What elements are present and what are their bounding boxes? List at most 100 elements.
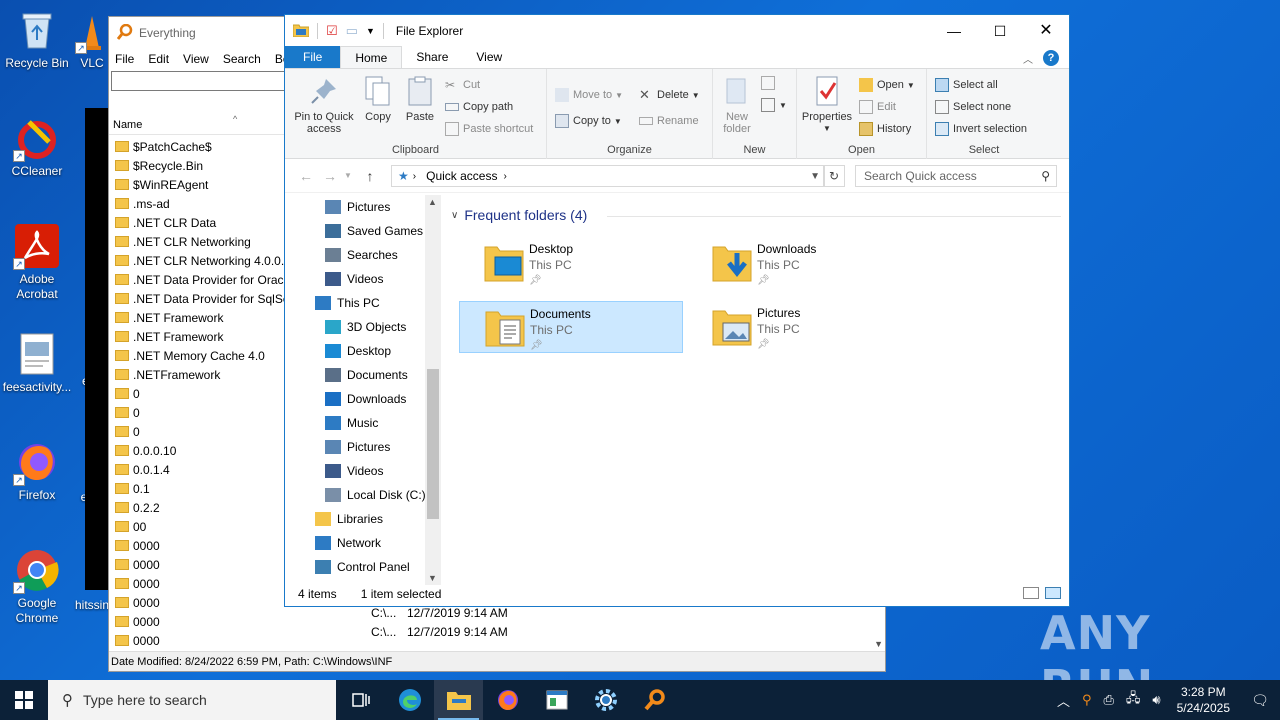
new-folder-icon[interactable]: ▭ — [346, 23, 358, 39]
copy-to-button[interactable]: Copy to ▼ — [555, 111, 622, 131]
notification-center-icon[interactable]: 🗨︎ — [1240, 692, 1280, 709]
recent-locations-icon[interactable]: ▼ — [339, 171, 357, 180]
breadcrumb-quick-access[interactable]: Quick access — [426, 169, 497, 183]
desktop-icon-recycle-bin[interactable]: Recycle Bin — [0, 8, 74, 71]
large-icons-view-icon[interactable] — [1045, 587, 1061, 599]
list-item[interactable]: 0 — [109, 403, 289, 422]
list-item[interactable]: .NET CLR Networking 4.0.0.0 — [109, 251, 291, 270]
folder-tile-downloads[interactable]: Downloads This PC 📌︎ — [687, 237, 911, 289]
nav-item-pictures[interactable]: Pictures — [285, 435, 441, 459]
list-item[interactable]: .NETFramework — [109, 365, 289, 384]
list-item[interactable]: .ms-ad — [109, 194, 289, 213]
history-button[interactable]: History — [859, 119, 911, 139]
list-item[interactable]: 0000 — [109, 593, 289, 612]
new-folder-button[interactable]: New folder — [717, 75, 757, 135]
tab-share[interactable]: Share — [402, 46, 462, 68]
list-item[interactable]: .NET Data Provider for Oracle — [109, 270, 293, 289]
maximize-button[interactable]: ☐ — [977, 15, 1023, 47]
breadcrumb-separator[interactable]: › — [503, 171, 506, 182]
desktop-icon-adobe-acrobat[interactable]: ↗ Adobe Acrobat — [0, 224, 74, 302]
menu-search[interactable]: Search — [223, 52, 261, 66]
forward-arrow-icon[interactable]: → — [321, 168, 339, 184]
scroll-down-icon[interactable]: ▼ — [874, 639, 883, 649]
properties-button[interactable]: Properties ▼ — [799, 75, 855, 135]
tab-view[interactable]: View — [462, 46, 516, 68]
desktop-icon-hitssin[interactable]: hitssin — [72, 598, 112, 613]
rename-button[interactable]: Rename — [639, 111, 699, 131]
taskbar-settings-app[interactable] — [581, 680, 630, 720]
explorer-titlebar[interactable]: ☑ ▭ ▼ File Explorer — ☐ ✕ — [285, 15, 1069, 47]
desktop-icon-google-chrome[interactable]: ↗ Google Chrome — [0, 548, 74, 626]
menu-edit[interactable]: Edit — [148, 52, 169, 66]
new-item-button[interactable] — [761, 73, 779, 93]
scroll-thumb[interactable] — [427, 369, 439, 519]
list-item[interactable]: 0.0.1.4 — [109, 460, 289, 479]
show-hidden-icons-chevron-icon[interactable]: ︿ — [1057, 691, 1070, 710]
copy-path-button[interactable]: Copy path — [445, 97, 513, 117]
list-item[interactable]: .NET Data Provider for SqlServ — [109, 289, 300, 308]
list-item[interactable]: $PatchCache$ — [109, 137, 289, 156]
list-item[interactable]: $WinREAgent — [109, 175, 289, 194]
refresh-icon[interactable]: ↻ — [823, 165, 845, 187]
desktop-icon-feesactivity[interactable]: feesactivity... — [0, 332, 74, 395]
qat-dropdown-icon[interactable]: ▼ — [366, 26, 375, 36]
nav-item-desktop[interactable]: Desktop — [285, 339, 441, 363]
properties-check-icon[interactable]: ☑ — [326, 23, 338, 39]
taskbar-edge[interactable] — [385, 680, 434, 720]
tab-file[interactable]: File — [285, 46, 341, 68]
paste-shortcut-button[interactable]: Paste shortcut — [445, 119, 533, 139]
everything-tray-icon[interactable]: ⚲ — [1082, 692, 1092, 708]
delete-button[interactable]: ✕ Delete ▼ — [639, 85, 700, 105]
edit-button[interactable]: Edit — [859, 97, 896, 117]
open-button[interactable]: Open ▼ — [859, 75, 915, 95]
details-view-icon[interactable] — [1023, 587, 1039, 599]
search-quick-access-input[interactable]: Search Quick access ⚲ — [855, 165, 1057, 187]
list-item[interactable]: 0.2.2 — [109, 498, 289, 517]
back-arrow-icon[interactable]: ← — [297, 168, 315, 184]
move-to-button[interactable]: Move to ▼ — [555, 85, 623, 105]
list-item[interactable]: .NET CLR Networking — [109, 232, 289, 251]
nav-item-control-panel[interactable]: Control Panel — [285, 555, 441, 579]
copy-button[interactable]: Copy — [361, 75, 395, 123]
list-item[interactable]: .NET CLR Data — [109, 213, 289, 232]
list-item[interactable]: .NET Framework — [109, 308, 289, 327]
breadcrumb-separator[interactable]: › — [413, 171, 416, 182]
list-item[interactable]: 0000 — [109, 612, 289, 631]
network-icon[interactable]: 🖧︎ — [1126, 689, 1141, 711]
nav-item-this-pc[interactable]: This PC — [285, 291, 441, 315]
file-explorer-window[interactable]: ☑ ▭ ▼ File Explorer — ☐ ✕ File Home Shar… — [284, 14, 1070, 607]
nav-item-pictures[interactable]: Pictures — [285, 195, 441, 219]
taskbar-firefox[interactable] — [483, 680, 532, 720]
folder-tile-pictures[interactable]: Pictures This PC 📌︎ — [687, 301, 911, 353]
cut-button[interactable]: ✂ Cut — [445, 75, 480, 95]
address-bar[interactable]: ★ › Quick access › ▼ — [391, 165, 825, 187]
nav-item-network[interactable]: Network — [285, 531, 441, 555]
list-item[interactable]: C:\... 12/7/2019 9:14 AM — [371, 622, 885, 641]
list-item[interactable]: 0.0.0.10 — [109, 441, 289, 460]
list-item[interactable]: .NET Memory Cache 4.0 — [109, 346, 289, 365]
list-item[interactable]: 0 — [109, 384, 289, 403]
paste-button[interactable]: Paste — [401, 75, 439, 123]
nav-item-music[interactable]: Music — [285, 411, 441, 435]
nav-item-videos[interactable]: Videos — [285, 459, 441, 483]
console-window[interactable] — [85, 108, 110, 590]
select-all-button[interactable]: Select all — [935, 75, 998, 95]
list-item[interactable]: $Recycle.Bin — [109, 156, 289, 175]
list-item[interactable]: 0 — [109, 422, 289, 441]
up-arrow-icon[interactable]: ↑ — [361, 168, 379, 184]
invert-selection-button[interactable]: Invert selection — [935, 119, 1027, 139]
nav-item-videos[interactable]: Videos — [285, 267, 441, 291]
list-item[interactable]: .NET Framework — [109, 327, 289, 346]
volume-icon[interactable]: 🔊︎ — [1152, 692, 1160, 708]
desktop-icon-firefox[interactable]: ↗ Firefox — [0, 440, 74, 503]
desktop-icon-ccleaner[interactable]: ↗ CCleaner — [0, 116, 74, 179]
list-item[interactable]: 0000 — [109, 574, 289, 593]
nav-item-searches[interactable]: Searches — [285, 243, 441, 267]
nav-scrollbar[interactable]: ▲ ▼ — [425, 195, 441, 585]
list-item[interactable]: 0.1 — [109, 479, 289, 498]
list-item[interactable]: 0000 — [109, 631, 289, 650]
taskbar-everything[interactable] — [630, 680, 679, 720]
pin-to-quick-access-button[interactable]: Pin to Quick access — [289, 75, 359, 135]
nav-item-downloads[interactable]: Downloads — [285, 387, 441, 411]
nav-item-saved-games[interactable]: Saved Games — [285, 219, 441, 243]
